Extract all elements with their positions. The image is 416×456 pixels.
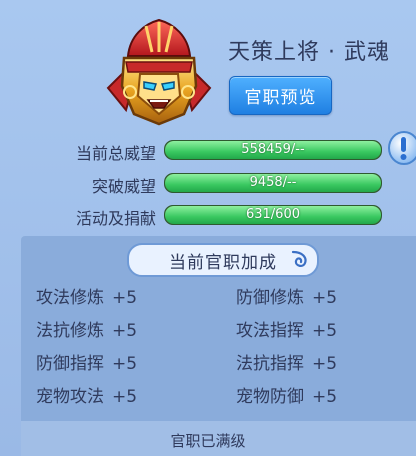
bonus-name: 防御指挥 (36, 354, 104, 374)
bonus-value: +5 (312, 354, 338, 374)
rank-panel: 天策上将 · 武魂 官职预览 当前总威望 558459/-- 突破威望 9458… (0, 0, 416, 456)
bonus-value: +5 (112, 387, 138, 407)
golden-helmet-icon (106, 18, 212, 126)
bonus-item: 攻法修炼 +5 (36, 283, 137, 308)
bonus-item: 防御修炼 +5 (236, 283, 337, 308)
progress-text: 631/600 (245, 207, 300, 222)
bonus-value: +5 (112, 321, 138, 341)
bonus-name: 法抗修炼 (36, 321, 104, 341)
stat-row-breakthrough-prestige: 突破威望 9458/-- (20, 171, 400, 196)
bonus-item: 攻法指挥 +5 (236, 316, 337, 341)
exclamation-icon[interactable] (388, 131, 416, 165)
bonus-value: +5 (112, 288, 138, 308)
bonus-item: 宠物攻法 +5 (36, 382, 137, 407)
bonus-value: +5 (312, 387, 338, 407)
progress-bar: 631/600 (164, 205, 382, 225)
bonus-item: 法抗修炼 +5 (36, 316, 137, 341)
bonus-name: 法抗指挥 (236, 354, 304, 374)
bonus-item: 防御指挥 +5 (36, 349, 137, 374)
bonus-name: 宠物防御 (236, 387, 304, 407)
progress-text: 9458/-- (249, 175, 297, 190)
bonus-item: 法抗指挥 +5 (236, 349, 337, 374)
rank-title: 天策上将 · 武魂 (228, 40, 390, 65)
stat-label: 活动及捐献 (75, 209, 156, 228)
stat-row-activity-donation: 活动及捐献 631/600 (20, 203, 400, 228)
bonus-item: 宠物防御 +5 (236, 382, 337, 407)
rank-max-status: 官职已满级 (170, 432, 246, 450)
progress-bar: 558459/-- (164, 140, 382, 160)
bonus-value: +5 (312, 321, 338, 341)
bonus-value: +5 (112, 354, 138, 374)
stat-row-total-prestige: 当前总威望 558459/-- (20, 138, 400, 163)
stat-label: 当前总威望 (75, 144, 156, 163)
bonus-value: +5 (312, 288, 338, 308)
progress-text: 558459/-- (241, 142, 305, 157)
bonus-name: 宠物攻法 (36, 387, 104, 407)
cloud-swirl-icon (291, 250, 307, 267)
bonus-name: 攻法修炼 (36, 288, 104, 308)
bonus-name: 攻法指挥 (236, 321, 304, 341)
rank-preview-button[interactable]: 官职预览 (229, 76, 332, 115)
stat-label: 突破威望 (91, 177, 156, 196)
bonus-name: 防御修炼 (236, 288, 304, 308)
progress-bar: 9458/-- (164, 173, 382, 193)
